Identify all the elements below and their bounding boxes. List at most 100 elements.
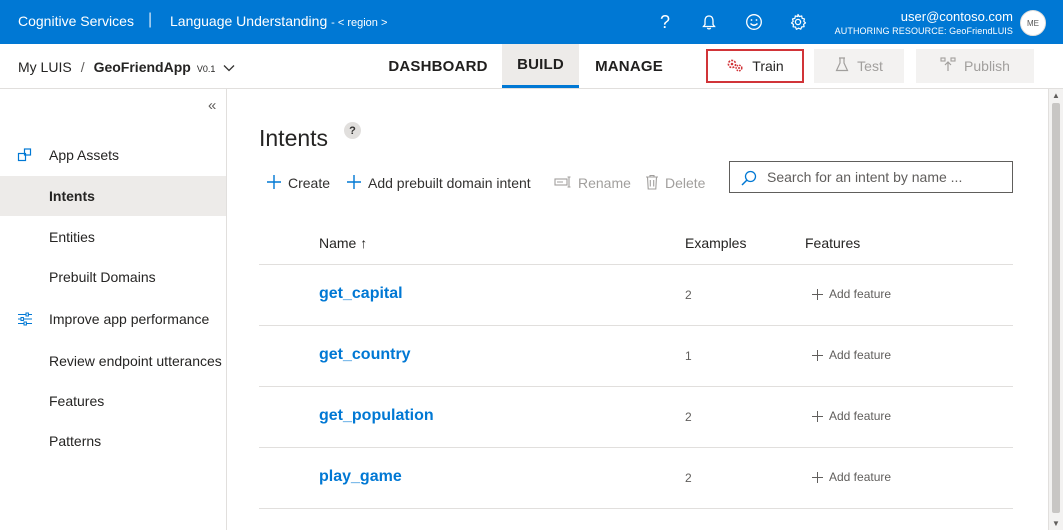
- product-name: Language Understanding: [170, 13, 328, 29]
- delete-button[interactable]: Delete: [645, 173, 705, 193]
- column-header-name[interactable]: Name ↑: [319, 235, 367, 251]
- sidebar-item-label: Entities: [49, 229, 95, 245]
- collapse-sidebar-icon[interactable]: «: [208, 97, 216, 114]
- brand-separator: |: [148, 11, 153, 28]
- add-feature-button[interactable]: Add feature: [812, 287, 891, 301]
- intent-name-link[interactable]: get_population: [319, 407, 434, 425]
- plus-icon: [812, 410, 823, 422]
- rename-icon: [554, 175, 572, 191]
- plus-icon: [346, 174, 362, 193]
- examples-count: 2: [685, 410, 692, 424]
- tab-manage[interactable]: MANAGE: [585, 44, 673, 88]
- intent-name-link[interactable]: play_game: [319, 468, 402, 486]
- test-label: Test: [857, 58, 883, 74]
- examples-count: 1: [685, 349, 692, 363]
- main-content: Intents ? Create Add prebuilt domain int…: [228, 89, 1063, 530]
- table-row: get_country 1 Add feature: [259, 326, 1013, 387]
- intent-name-link[interactable]: get_country: [319, 346, 411, 364]
- publish-icon: [940, 57, 956, 75]
- help-icon[interactable]: ?: [344, 122, 361, 139]
- sidebar-item-features[interactable]: Features: [0, 381, 226, 421]
- gears-icon: [726, 58, 744, 75]
- brand-link[interactable]: Cognitive Services: [18, 13, 134, 29]
- bell-icon[interactable]: [698, 11, 720, 33]
- rename-button[interactable]: Rename: [554, 173, 631, 193]
- search-placeholder: Search for an intent by name ...: [767, 169, 963, 185]
- sidebar-item-label: Patterns: [49, 433, 102, 449]
- sidebar-item-label: App Assets: [49, 147, 120, 163]
- scroll-down-icon[interactable]: ▼: [1052, 519, 1060, 528]
- table-row: play_game 2 Add feature: [259, 448, 1013, 509]
- sidebar-item-patterns[interactable]: Patterns: [0, 421, 226, 461]
- sidebar-item-label: Review endpoint utterances: [49, 353, 222, 369]
- assets-icon: [17, 147, 33, 163]
- table-row: get_population 2 Add feature: [259, 387, 1013, 448]
- add-feature-label: Add feature: [829, 409, 892, 423]
- add-prebuilt-label: Add prebuilt domain intent: [368, 175, 531, 191]
- add-feature-button[interactable]: Add feature: [812, 409, 891, 423]
- train-label: Train: [752, 58, 784, 74]
- app-navigation-bar: My LUIS / GeoFriendApp V0.1 DASHBOARD BU…: [0, 44, 1063, 89]
- create-label: Create: [288, 175, 331, 191]
- chevron-down-icon[interactable]: [223, 59, 235, 75]
- sidebar-item-label: Features: [49, 393, 105, 409]
- add-feature-label: Add feature: [829, 470, 892, 484]
- delete-label: Delete: [665, 175, 706, 191]
- breadcrumb: My LUIS / GeoFriendApp V0.1: [18, 59, 235, 75]
- gear-icon[interactable]: [787, 11, 809, 33]
- app-version: V0.1: [196, 64, 216, 74]
- search-input[interactable]: Search for an intent by name ...: [729, 161, 1013, 193]
- sidebar-item-review-endpoint-utterances[interactable]: Review endpoint utterances: [0, 341, 226, 381]
- table-header: Name ↑ Examples Features: [259, 225, 1013, 265]
- scroll-up-icon[interactable]: ▲: [1052, 91, 1060, 100]
- sidebar-item-prebuilt-domains[interactable]: Prebuilt Domains: [0, 257, 226, 297]
- authoring-resource: AUTHORING RESOURCE: GeoFriendLUIS: [834, 26, 1013, 36]
- add-feature-button[interactable]: Add feature: [812, 348, 891, 362]
- plus-icon: [812, 288, 823, 300]
- breadcrumb-separator: /: [80, 59, 85, 75]
- add-feature-button[interactable]: Add feature: [812, 470, 891, 484]
- sliders-icon: [17, 311, 33, 327]
- train-button[interactable]: Train: [706, 49, 804, 83]
- breadcrumb-my-luis[interactable]: My LUIS: [18, 59, 72, 75]
- top-bar: Cognitive Services | Language Understand…: [0, 0, 1063, 44]
- tab-build[interactable]: BUILD: [502, 44, 579, 88]
- create-button[interactable]: Create: [266, 173, 330, 193]
- sidebar-item-label: Improve app performance: [49, 311, 210, 327]
- avatar[interactable]: ME: [1020, 10, 1046, 36]
- table-row: get_capital 2 Add feature: [259, 265, 1013, 326]
- examples-count: 2: [685, 471, 692, 485]
- add-prebuilt-intent-button[interactable]: Add prebuilt domain intent: [346, 173, 531, 193]
- help-icon[interactable]: ?: [654, 11, 676, 33]
- plus-icon: [812, 471, 823, 483]
- rename-label: Rename: [578, 175, 631, 191]
- region-label: - < region >: [331, 17, 388, 29]
- sidebar-item-entities[interactable]: Entities: [0, 217, 226, 257]
- publish-label: Publish: [964, 58, 1010, 74]
- vertical-scrollbar[interactable]: ▲ ▼: [1048, 89, 1063, 530]
- column-header-examples[interactable]: Examples: [685, 235, 746, 251]
- product-title[interactable]: Language Understanding - < region >: [170, 13, 387, 29]
- sidebar-item-intents[interactable]: Intents: [0, 176, 226, 216]
- publish-button[interactable]: Publish: [916, 49, 1034, 83]
- sidebar-item-improve-app-performance[interactable]: Improve app performance: [0, 299, 226, 339]
- breadcrumb-app-name[interactable]: GeoFriendApp: [94, 59, 191, 75]
- plus-icon: [812, 349, 823, 361]
- sidebar-item-label: Prebuilt Domains: [49, 269, 156, 285]
- column-header-features[interactable]: Features: [805, 235, 860, 251]
- smiley-icon[interactable]: [743, 11, 765, 33]
- test-button[interactable]: Test: [814, 49, 904, 83]
- user-email: user@contoso.com: [900, 9, 1013, 24]
- search-icon: [740, 169, 758, 190]
- scrollbar-thumb[interactable]: [1052, 103, 1060, 513]
- add-feature-label: Add feature: [829, 287, 892, 301]
- examples-count: 2: [685, 288, 692, 302]
- trash-icon: [645, 174, 659, 193]
- sidebar-item-app-assets[interactable]: App Assets: [0, 135, 226, 175]
- intent-name-link[interactable]: get_capital: [319, 285, 403, 303]
- page-title: Intents: [259, 125, 329, 151]
- user-info[interactable]: user@contoso.com AUTHORING RESOURCE: Geo…: [835, 9, 1013, 38]
- tab-dashboard[interactable]: DASHBOARD: [378, 44, 498, 88]
- sidebar: « App Assets Intents Entities Prebuilt D…: [0, 89, 227, 530]
- add-feature-label: Add feature: [829, 348, 892, 362]
